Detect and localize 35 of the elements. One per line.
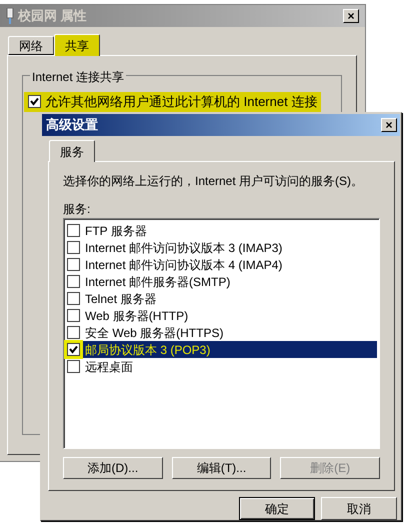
checkbox[interactable]	[67, 360, 80, 373]
service-item[interactable]: Internet 邮件访问协议版本 3 (IMAP3)	[66, 239, 377, 256]
group-title: Internet 连接共享	[30, 68, 126, 86]
checkbox[interactable]	[28, 95, 41, 108]
network-plug-icon	[6, 8, 14, 24]
service-item[interactable]: FTP 服务器	[66, 222, 377, 239]
window-title: 校园网 属性	[18, 7, 87, 26]
service-item[interactable]: 远程桌面	[66, 358, 377, 375]
checkbox[interactable]	[67, 224, 80, 237]
checkbox[interactable]	[67, 326, 80, 339]
service-item[interactable]: Telnet 服务器	[66, 290, 377, 307]
tab[interactable]: 服务	[49, 140, 95, 162]
service-item[interactable]: Internet 邮件访问协议版本 4 (IMAP4)	[66, 256, 377, 273]
checkbox[interactable]	[67, 258, 80, 271]
close-button[interactable]: ×	[381, 118, 397, 132]
list-label: 服务:	[63, 202, 92, 216]
checkbox-label: 允许其他网络用户通过此计算机的 Internet 连接	[45, 93, 318, 111]
tab[interactable]: 网络	[8, 36, 54, 55]
dialog-title: 高级设置	[46, 116, 98, 134]
description-text: 选择你的网络上运行的，Internet 用户可访问的服务(S)。	[63, 173, 364, 190]
dialog-button[interactable]: 取消	[321, 497, 397, 520]
list-button[interactable]: 编辑(T)...	[172, 457, 272, 479]
close-button[interactable]: ×	[343, 9, 359, 23]
checkbox[interactable]	[67, 275, 80, 288]
service-item[interactable]: Web 服务器(HTTP)	[66, 307, 377, 324]
service-item[interactable]: 安全 Web 服务器(HTTPS)	[66, 324, 377, 341]
service-item[interactable]: Internet 邮件服务器(SMTP)	[66, 273, 377, 290]
list-button[interactable]: 添加(D)...	[63, 457, 163, 479]
checkbox[interactable]	[67, 241, 80, 254]
checkbox[interactable]	[67, 343, 80, 356]
dialog-button[interactable]: 确定	[239, 497, 315, 520]
checkbox[interactable]	[67, 292, 80, 305]
tab[interactable]: 共享	[54, 34, 100, 56]
service-item[interactable]: 邮局协议版本 3 (POP3)	[66, 341, 377, 358]
checkbox[interactable]	[67, 309, 80, 322]
